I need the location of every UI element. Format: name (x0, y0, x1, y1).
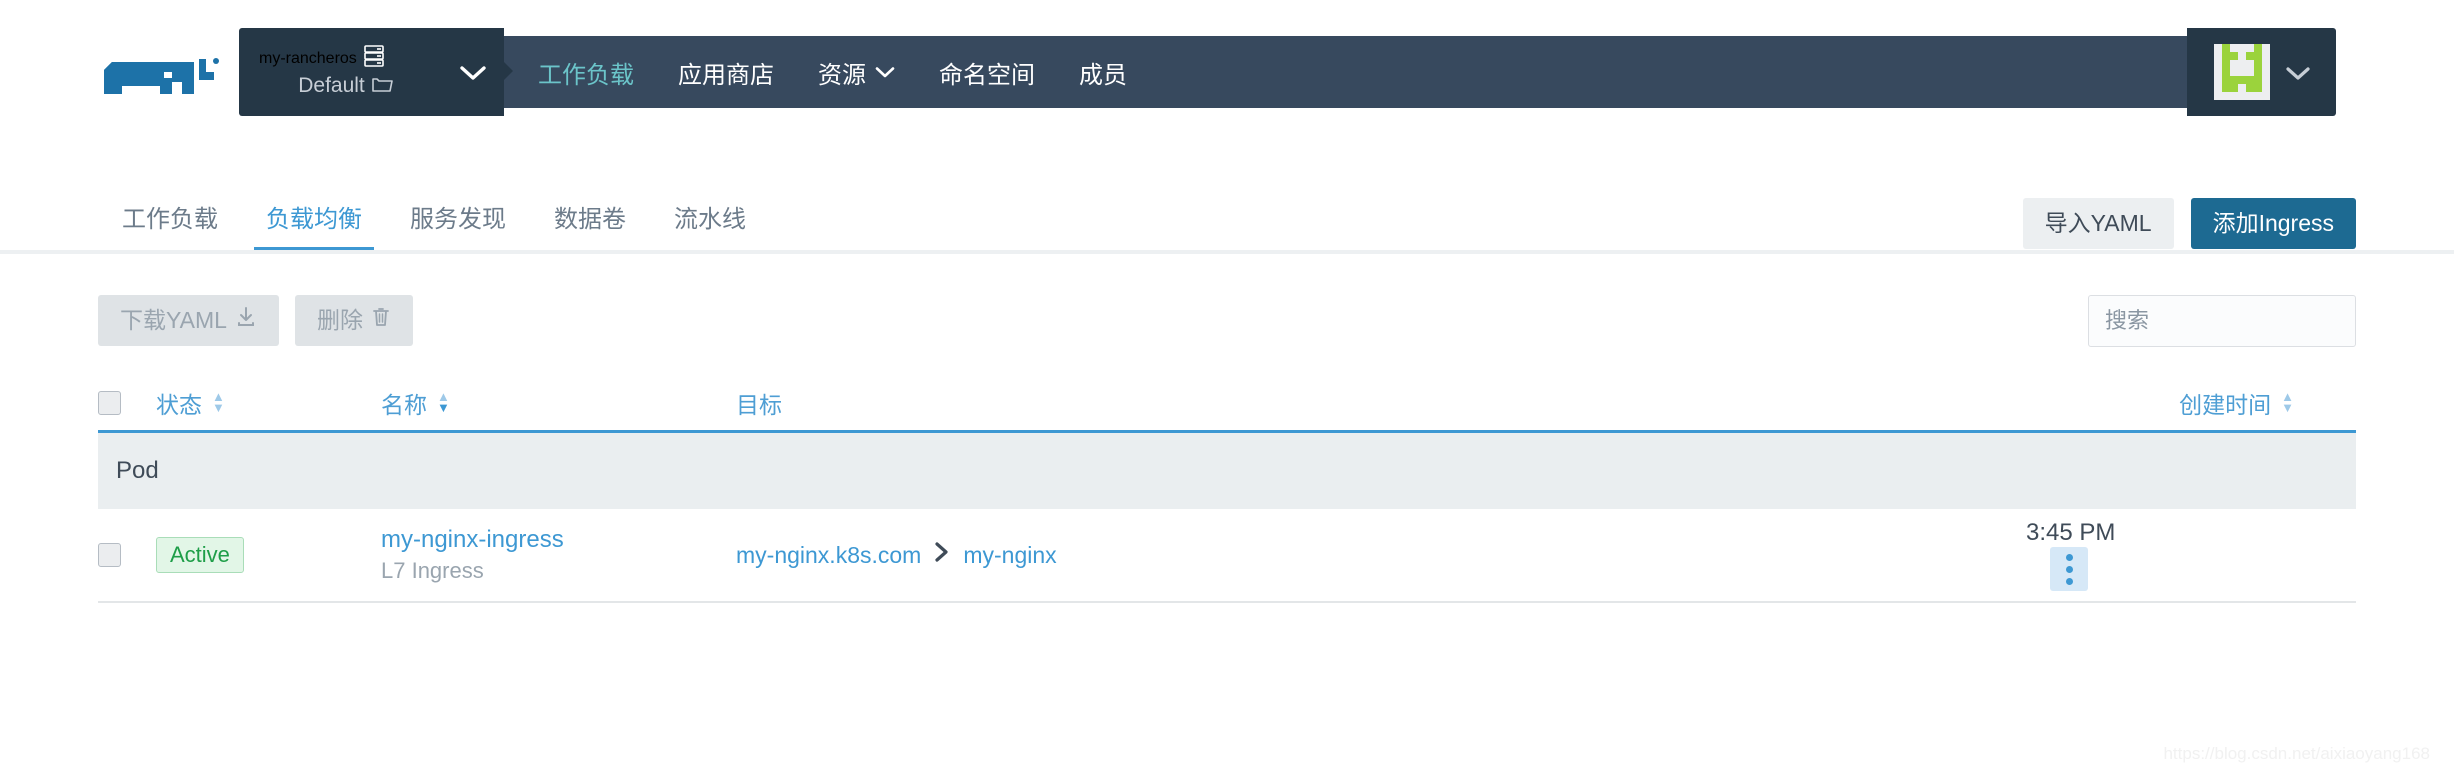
sort-icon: ▲ ▼ (2281, 389, 2294, 415)
tab-label: 负载均衡 (266, 206, 362, 233)
table-row[interactable]: Active my-nginx-ingress L7 Ingress my-ng… (98, 509, 2356, 603)
tab-label: 流水线 (674, 206, 746, 233)
download-icon (235, 295, 257, 346)
row-checkbox[interactable] (98, 543, 121, 567)
tab-load-balancing[interactable]: 负载均衡 (242, 199, 386, 252)
row-select-cell (98, 543, 156, 567)
row-created-cell: 3:45 PM (2026, 519, 2356, 591)
cluster-project-selector[interactable]: my-rancheros Default (239, 28, 504, 116)
trash-icon (371, 295, 391, 346)
section-tabs: 工作负载 负载均衡 服务发现 数据卷 流水线 (98, 180, 770, 252)
rancher-cow-logo[interactable] (98, 48, 220, 100)
status-badge: Active (156, 536, 244, 574)
nav-item-resources[interactable]: 资源 (796, 55, 917, 90)
column-header-target: 目标 (736, 386, 2026, 420)
main-navigation: 工作负载 应用商店 资源 命名空间 成员 (516, 36, 1149, 108)
folder-icon (371, 74, 393, 99)
column-label: 状态 (156, 391, 202, 418)
add-ingress-button[interactable]: 添加Ingress (2190, 198, 2356, 249)
user-menu[interactable] (2187, 28, 2336, 116)
chevron-down-icon (875, 58, 895, 86)
tab-label: 服务发现 (410, 206, 506, 233)
chevron-down-icon[interactable] (460, 59, 504, 85)
project-name: Default (298, 73, 365, 97)
row-target-cell: my-nginx.k8s.com my-nginx (736, 541, 2026, 569)
project-line: Default (259, 73, 460, 99)
nav-label: 资源 (818, 61, 866, 89)
table-toolbar: 下载YAML 删除 (98, 295, 413, 346)
download-yaml-label: 下载YAML (120, 307, 227, 333)
column-header-created[interactable]: 创建时间 ▲ ▼ (2026, 386, 2356, 420)
tabs-divider (0, 250, 2454, 254)
cluster-name: my-rancheros (259, 49, 357, 67)
selector-notch (504, 62, 513, 80)
column-label: 创建时间 (2179, 391, 2272, 418)
target-host-link[interactable]: my-nginx.k8s.com (736, 542, 921, 569)
server-stack-icon (364, 45, 384, 73)
watermark: https://blog.csdn.net/aixiaoyang168 (2163, 744, 2430, 763)
delete-label: 删除 (316, 307, 363, 333)
select-all-checkbox[interactable] (98, 390, 121, 415)
column-label: 名称 (381, 391, 427, 418)
chevron-right-icon (934, 541, 950, 569)
nav-label: 成员 (1079, 61, 1127, 89)
row-state-cell: Active (156, 536, 381, 574)
ingress-name-link[interactable]: my-nginx-ingress (381, 524, 736, 555)
column-header-name[interactable]: 名称 ▲ ▼ (381, 386, 736, 420)
kebab-menu-icon[interactable] (2050, 547, 2088, 591)
cluster-project-text: my-rancheros Default (259, 45, 460, 99)
chevron-down-icon[interactable] (2285, 59, 2310, 85)
page-action-buttons: 导入YAML 添加Ingress (2022, 198, 2356, 249)
created-time: 3:45 PM (2026, 519, 2116, 546)
sort-icon-active: ▲ ▼ (437, 389, 450, 415)
ingress-table: 状态 ▲ ▼ 名称 ▲ ▼ 目标 创建时间 ▲ ▼ Pod Active my-… (98, 375, 2356, 603)
top-header-bar: my-rancheros Default 工作负载 应用商店 资源 命名空间 成… (0, 0, 2454, 144)
column-label: 目标 (736, 391, 782, 418)
tab-workloads[interactable]: 工作负载 (98, 199, 242, 252)
table-group-header: Pod (98, 433, 2356, 509)
nav-item-namespaces[interactable]: 命名空间 (917, 55, 1057, 90)
select-all-cell (98, 390, 156, 415)
delete-button[interactable]: 删除 (294, 295, 413, 346)
user-avatar-identicon (2213, 44, 2270, 100)
nav-label: 工作负载 (538, 61, 634, 89)
target-service-link[interactable]: my-nginx (963, 542, 1056, 569)
tab-pipelines[interactable]: 流水线 (650, 199, 770, 252)
nav-item-app-store[interactable]: 应用商店 (656, 55, 796, 90)
tab-service-discovery[interactable]: 服务发现 (386, 199, 530, 252)
nav-label: 应用商店 (678, 61, 774, 89)
nav-item-members[interactable]: 成员 (1057, 55, 1149, 90)
tab-label: 数据卷 (554, 206, 626, 233)
search-input[interactable] (2088, 295, 2356, 347)
tab-volumes[interactable]: 数据卷 (530, 199, 650, 252)
download-yaml-button[interactable]: 下载YAML (98, 295, 279, 346)
nav-label: 命名空间 (939, 61, 1035, 89)
ingress-subtitle: L7 Ingress (381, 557, 484, 583)
table-header-row: 状态 ▲ ▼ 名称 ▲ ▼ 目标 创建时间 ▲ ▼ (98, 375, 2356, 433)
nav-item-workloads[interactable]: 工作负载 (516, 55, 656, 90)
cluster-line: my-rancheros (259, 45, 460, 73)
import-yaml-button[interactable]: 导入YAML (2022, 198, 2174, 249)
column-header-state[interactable]: 状态 ▲ ▼ (156, 386, 381, 420)
group-label: Pod (116, 457, 159, 484)
sort-icon: ▲ ▼ (212, 389, 225, 415)
tab-label: 工作负载 (122, 206, 218, 233)
row-name-cell: my-nginx-ingress L7 Ingress (381, 524, 736, 585)
